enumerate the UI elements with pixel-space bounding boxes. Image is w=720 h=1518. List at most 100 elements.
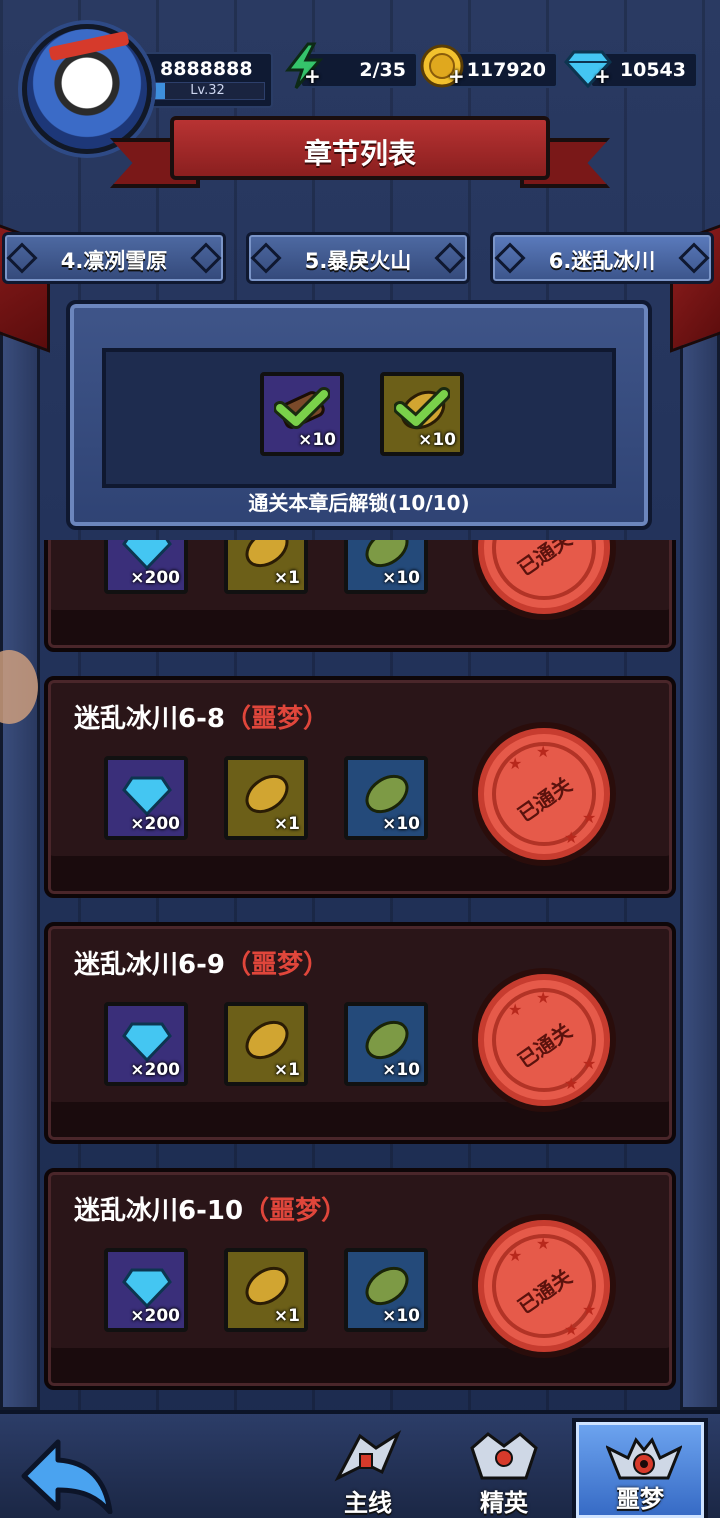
reward-slot[interactable]: ×1 [224, 1248, 308, 1332]
cleared-stamp: ★ ★ ★ ★ 已通关 [472, 722, 616, 866]
unlock-rewards-box: ×10 ×10 [102, 348, 616, 488]
reward-slot[interactable]: ×200 [104, 1248, 188, 1332]
nav-label: 主线 [344, 1489, 392, 1517]
reward-count: ×10 [418, 430, 456, 450]
star-icon: ★ [536, 742, 551, 761]
player-level: Lv.32 [190, 83, 225, 98]
tab-label: 6.迷乱冰川 [548, 249, 656, 273]
player-id: 8888888 [160, 58, 253, 80]
star-icon: ★ [582, 808, 597, 827]
green-leaf-icon [365, 774, 409, 814]
level-title: 迷乱冰川6-9（噩梦） [74, 950, 329, 980]
reward-slot[interactable]: ×10 [344, 1248, 428, 1332]
right-pillar [680, 250, 720, 1410]
nav-tab-elite[interactable]: 精英 [436, 1418, 572, 1518]
left-pillar [0, 250, 40, 1410]
tab-chapter-6[interactable]: 6.迷乱冰川 [490, 232, 714, 284]
reward-slot[interactable]: ×1 [224, 1002, 308, 1086]
top-bar: 8888888 Lv.32 + 2/35 + 117920 + 10543 [0, 0, 720, 154]
level-card[interactable]: 迷乱冰川6-10（噩梦） ×200 ×1 ×10 ★ ★ ★ ★ 已通关 [44, 1168, 676, 1390]
gold-leaf-icon [245, 774, 289, 814]
diamond-icon [122, 1022, 172, 1063]
nav-tab-nightmare[interactable]: 噩梦 [572, 1418, 708, 1518]
reward-count: ×200 [130, 814, 180, 834]
unlock-progress-text: 通关本章后解锁(10/10) [248, 491, 470, 515]
stamp-text: 已通关 [513, 1018, 577, 1073]
reward-count: ×10 [382, 1060, 420, 1080]
title-banner: 章节列表 [170, 116, 550, 180]
checkmark-icon [274, 387, 330, 429]
energy-resource[interactable]: + 2/35 [284, 42, 418, 89]
star-icon: ★ [564, 1320, 579, 1339]
nav-tab-main[interactable]: 主线 [300, 1418, 436, 1518]
bottom-nav: 主线 精英 噩梦 [0, 1410, 720, 1518]
elite-icon [470, 1432, 538, 1480]
level-card[interactable]: 迷乱冰川6-9（噩梦） ×200 ×1 ×10 ★ ★ ★ ★ 已通关 [44, 922, 676, 1144]
reward-slot[interactable]: ×200 [104, 1002, 188, 1086]
page-title: 章节列表 [303, 137, 416, 170]
diamond-icon [122, 1268, 172, 1309]
tab-label: 4.凛冽雪原 [60, 249, 168, 273]
cleared-stamp: ★ ★ ★ ★ 已通关 [472, 968, 616, 1112]
level-title: 迷乱冰川6-8（噩梦） [74, 704, 329, 734]
stamp-text: 已通关 [513, 1264, 577, 1319]
star-icon: ★ [508, 1000, 523, 1019]
nav-label: 精英 [480, 1489, 528, 1517]
level-card[interactable]: 迷乱冰川6-8（噩梦） ×200 ×1 ×10 ★ ★ ★ ★ 已通关 [44, 676, 676, 898]
unlock-reward[interactable]: ×10 [260, 372, 344, 456]
cleared-stamp: 已通关 [472, 540, 616, 620]
reward-count: ×1 [273, 1060, 300, 1080]
tab-chapter-4[interactable]: 4.凛冽雪原 [2, 232, 226, 284]
gold-resource[interactable]: + 117920 [420, 44, 558, 88]
cleared-stamp: ★ ★ ★ ★ 已通关 [472, 1214, 616, 1358]
reward-slot[interactable]: ×10 [344, 540, 428, 594]
reward-count: ×200 [130, 568, 180, 588]
main-line-icon [334, 1430, 402, 1482]
reward-count: ×10 [382, 1306, 420, 1326]
level-card: ×200 ×1 ×10 已通关 [44, 540, 676, 652]
star-icon: ★ [536, 1234, 551, 1253]
reward-count: ×10 [382, 814, 420, 834]
gold-leaf-icon [245, 1266, 289, 1306]
star-icon: ★ [582, 1300, 597, 1319]
star-icon: ★ [536, 988, 551, 1007]
reward-count: ×200 [130, 1060, 180, 1080]
reward-count: ×1 [273, 1306, 300, 1326]
green-leaf-icon [365, 1020, 409, 1060]
reward-count: ×1 [273, 568, 300, 588]
unlock-reward[interactable]: ×10 [380, 372, 464, 456]
stamp-text: 已通关 [513, 772, 577, 827]
plus-icon[interactable]: + [448, 64, 465, 88]
level-list[interactable]: ×200 ×1 ×10 已通关 迷乱冰川6-8（噩梦） ×200 ×1 ×10 … [44, 540, 676, 1420]
diamond-icon [122, 776, 172, 817]
level-title: 迷乱冰川6-10（噩梦） [74, 1196, 348, 1226]
reward-slot[interactable]: ×200 [104, 756, 188, 840]
reward-count: ×1 [273, 814, 300, 834]
energy-value: 2/35 [359, 59, 406, 81]
plus-icon[interactable]: + [594, 64, 611, 88]
tab-chapter-5[interactable]: 5.暴戾火山 [246, 232, 470, 284]
diamond-value: 10543 [619, 59, 686, 81]
stamp-text: 已通关 [513, 540, 577, 581]
reward-slot[interactable]: ×200 [104, 540, 188, 594]
reward-count: ×10 [382, 568, 420, 588]
reward-slot[interactable]: ×1 [224, 756, 308, 840]
star-icon: ★ [508, 754, 523, 773]
diamond-resource[interactable]: + 10543 [564, 50, 698, 89]
xp-bar: Lv.32 [150, 82, 265, 100]
reward-slot[interactable]: ×1 [224, 540, 308, 594]
star-icon: ★ [508, 1246, 523, 1265]
reward-slot[interactable]: ×10 [344, 1002, 428, 1086]
avatar[interactable] [22, 24, 152, 154]
plus-icon[interactable]: + [304, 64, 321, 88]
chapter-unlock-panel: ×10 ×10 通关本章后解锁(10/10) [66, 300, 652, 530]
tab-label: 5.暴戾火山 [304, 249, 412, 273]
reward-slot[interactable]: ×10 [344, 756, 428, 840]
star-icon: ★ [582, 1054, 597, 1073]
star-icon: ★ [564, 828, 579, 847]
gold-leaf-icon [245, 1020, 289, 1060]
nav-label: 噩梦 [616, 1485, 664, 1513]
green-leaf-icon [365, 1266, 409, 1306]
reward-count: ×200 [130, 1306, 180, 1326]
back-arrow-icon[interactable] [18, 1436, 118, 1514]
